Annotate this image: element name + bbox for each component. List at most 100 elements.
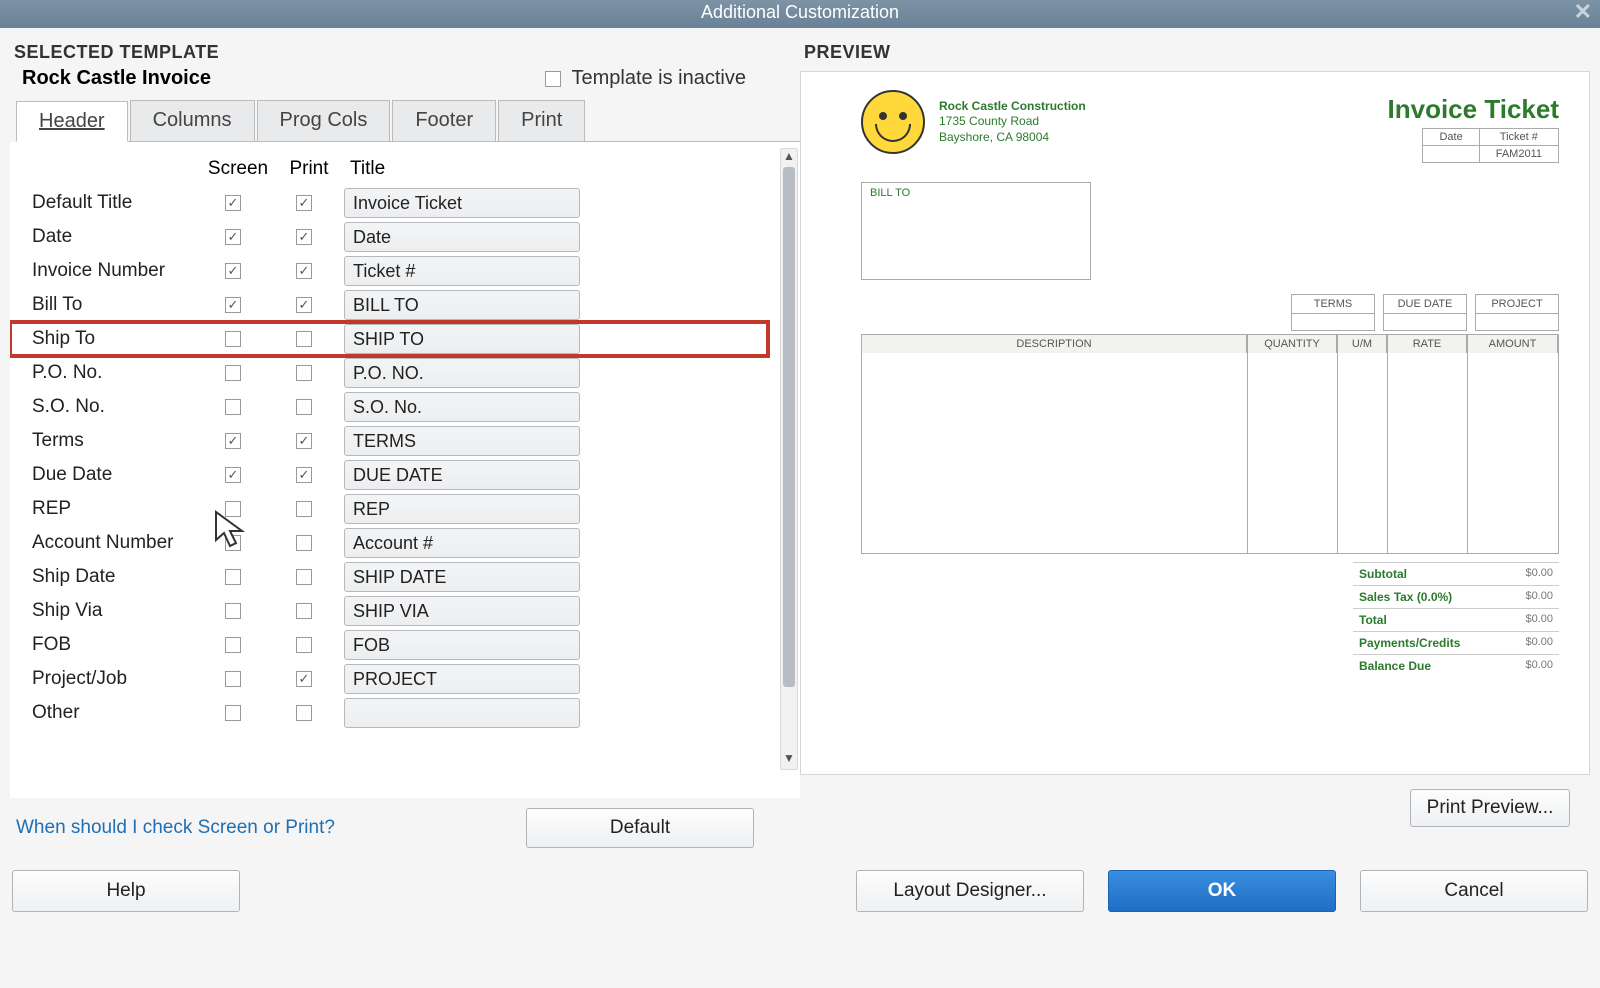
meta-box-label: PROJECT xyxy=(1476,295,1558,314)
template-name: Rock Castle Invoice xyxy=(22,67,211,90)
hdr-col-ticket: Ticket # xyxy=(1479,129,1558,146)
scroll-up-icon[interactable]: ▲ xyxy=(781,149,797,167)
screen-checkbox[interactable] xyxy=(225,297,241,313)
screen-checkbox[interactable] xyxy=(225,195,241,211)
hdr-val-date xyxy=(1423,146,1479,163)
field-title-input[interactable]: Invoice Ticket xyxy=(344,188,580,218)
scroll-down-icon[interactable]: ▼ xyxy=(781,751,797,769)
field-title-input[interactable]: REP xyxy=(344,494,580,524)
field-title-input[interactable]: SHIP VIA xyxy=(344,596,580,626)
print-checkbox[interactable] xyxy=(296,331,312,347)
field-title-input[interactable]: Ticket # xyxy=(344,256,580,286)
field-title-input[interactable]: Date xyxy=(344,222,580,252)
cancel-button[interactable]: Cancel xyxy=(1360,870,1588,912)
help-button[interactable]: Help xyxy=(12,870,240,912)
screen-checkbox[interactable] xyxy=(225,671,241,687)
field-label: REP xyxy=(32,498,202,520)
field-title-input[interactable]: SHIP TO xyxy=(344,324,580,354)
field-title-input[interactable] xyxy=(344,698,580,728)
print-checkbox[interactable] xyxy=(296,195,312,211)
field-title-input[interactable]: TERMS xyxy=(344,426,580,456)
company-block: Rock Castle Construction 1735 County Roa… xyxy=(939,99,1086,146)
field-row: P.O. No.P.O. NO. xyxy=(32,356,778,390)
screen-checkbox[interactable] xyxy=(225,603,241,619)
tab-print[interactable]: Print xyxy=(498,100,585,141)
scroll-thumb[interactable] xyxy=(783,167,795,687)
print-checkbox[interactable] xyxy=(296,705,312,721)
totals-row: Total$0.00 xyxy=(1353,608,1559,631)
field-title-input[interactable]: BILL TO xyxy=(344,290,580,320)
screen-checkbox[interactable] xyxy=(225,467,241,483)
print-checkbox[interactable] xyxy=(296,297,312,313)
screen-checkbox[interactable] xyxy=(225,229,241,245)
field-row: Account Number Account # xyxy=(32,526,778,560)
tab-prog-cols[interactable]: Prog Cols xyxy=(257,100,391,141)
print-checkbox[interactable] xyxy=(296,671,312,687)
screen-checkbox[interactable] xyxy=(225,263,241,279)
company-name: Rock Castle Construction xyxy=(939,99,1086,115)
field-title-input[interactable]: P.O. NO. xyxy=(344,358,580,388)
field-label: Account Number xyxy=(32,532,202,554)
totals-amount: $0.00 xyxy=(1525,659,1553,673)
print-checkbox[interactable] xyxy=(296,569,312,585)
field-title-input[interactable]: PROJECT xyxy=(344,664,580,694)
field-label: Other xyxy=(32,702,202,724)
tab-header[interactable]: Header xyxy=(16,101,128,142)
screen-checkbox[interactable] xyxy=(225,569,241,585)
bill-to-label: BILL TO xyxy=(870,187,910,199)
tab-columns[interactable]: Columns xyxy=(130,100,255,141)
field-row: S.O. No.S.O. No. xyxy=(32,390,778,424)
print-checkbox[interactable] xyxy=(296,467,312,483)
screen-print-help-link[interactable]: When should I check Screen or Print? xyxy=(16,817,335,839)
screen-checkbox[interactable] xyxy=(225,705,241,721)
line-col-header: DESCRIPTION xyxy=(862,335,1247,353)
screen-checkbox[interactable] xyxy=(225,399,241,415)
print-checkbox[interactable] xyxy=(296,399,312,415)
field-title-input[interactable]: SHIP DATE xyxy=(344,562,580,592)
field-row: Ship ViaSHIP VIA xyxy=(32,594,778,628)
screen-checkbox[interactable] xyxy=(225,433,241,449)
print-checkbox[interactable] xyxy=(296,263,312,279)
tab-footer[interactable]: Footer xyxy=(392,100,496,141)
screen-checkbox[interactable] xyxy=(225,501,241,517)
field-title-input[interactable]: DUE DATE xyxy=(344,460,580,490)
print-preview-button[interactable]: Print Preview... xyxy=(1410,789,1570,827)
screen-checkbox[interactable] xyxy=(225,535,241,551)
field-title-input[interactable]: S.O. No. xyxy=(344,392,580,422)
default-button[interactable]: Default xyxy=(526,808,754,848)
company-addr-1: 1735 County Road xyxy=(939,114,1086,130)
print-checkbox[interactable] xyxy=(296,433,312,449)
line-col-header: U/M xyxy=(1338,335,1387,353)
template-inactive-checkbox[interactable] xyxy=(545,71,561,87)
print-checkbox[interactable] xyxy=(296,637,312,653)
screen-checkbox[interactable] xyxy=(225,331,241,347)
print-checkbox[interactable] xyxy=(296,535,312,551)
close-icon[interactable]: ✕ xyxy=(1574,0,1592,24)
field-label: Invoice Number xyxy=(32,260,202,282)
print-checkbox[interactable] xyxy=(296,229,312,245)
screen-checkbox[interactable] xyxy=(225,365,241,381)
field-row: Ship To SHIP TO xyxy=(32,322,778,356)
field-label: FOB xyxy=(32,634,202,656)
column-header-print: Print xyxy=(274,158,344,180)
field-label: Ship To xyxy=(32,328,202,350)
field-title-input[interactable]: FOB xyxy=(344,630,580,660)
field-list-scrollbar[interactable]: ▲ ▼ xyxy=(780,148,798,770)
column-header-screen: Screen xyxy=(202,158,274,180)
line-col-header: AMOUNT xyxy=(1468,335,1558,353)
field-label: Project/Job xyxy=(32,668,202,690)
print-checkbox[interactable] xyxy=(296,501,312,517)
totals-row: Subtotal$0.00 xyxy=(1353,562,1559,585)
totals-row: Balance Due$0.00 xyxy=(1353,654,1559,677)
field-title-input[interactable]: Account # xyxy=(344,528,580,558)
meta-box-label: DUE DATE xyxy=(1384,295,1466,314)
layout-designer-button[interactable]: Layout Designer... xyxy=(856,870,1084,912)
screen-checkbox[interactable] xyxy=(225,637,241,653)
totals-amount: $0.00 xyxy=(1525,590,1553,604)
ok-button[interactable]: OK xyxy=(1108,870,1336,912)
print-checkbox[interactable] xyxy=(296,603,312,619)
totals-row: Payments/Credits$0.00 xyxy=(1353,631,1559,654)
print-checkbox[interactable] xyxy=(296,365,312,381)
meta-box: DUE DATE xyxy=(1383,294,1467,331)
hdr-col-date: Date xyxy=(1423,129,1479,146)
